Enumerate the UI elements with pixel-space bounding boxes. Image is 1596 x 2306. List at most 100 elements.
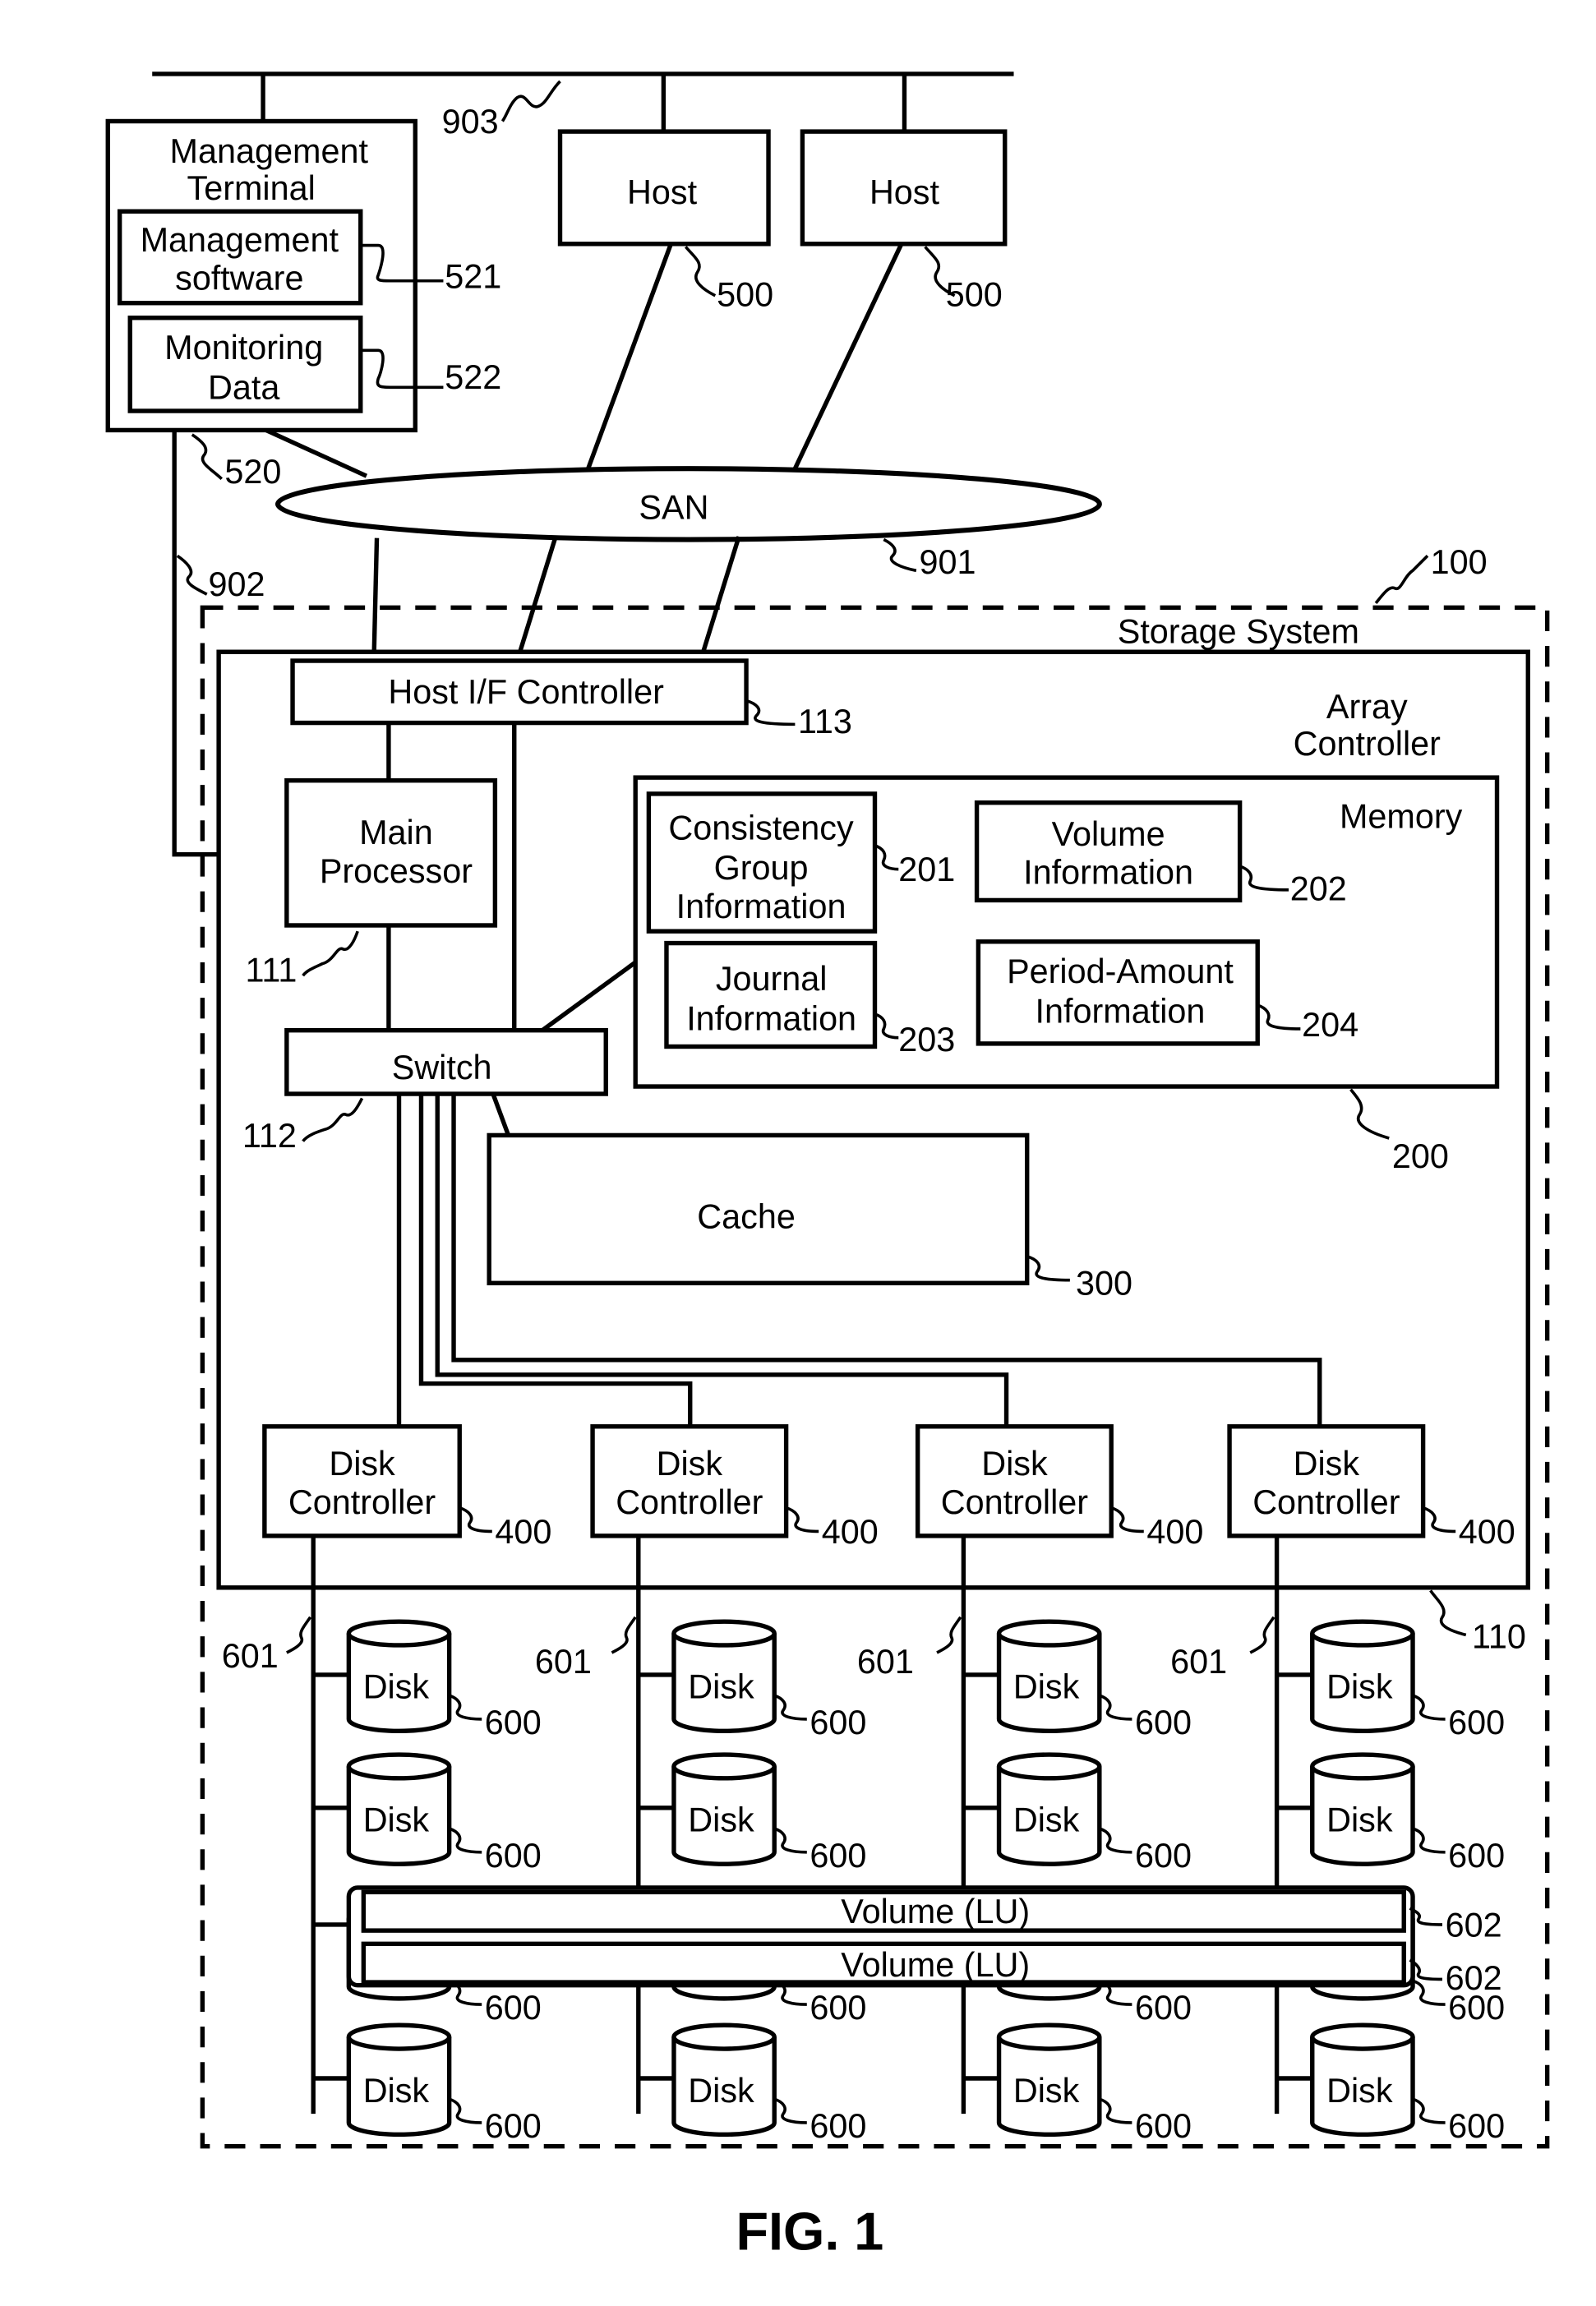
storage-system-diagram: 903 Management Terminal Management softw… [105, 71, 1550, 2262]
disk-cylinder-top [346, 1619, 452, 1648]
volume-info-line1: Volume [1052, 815, 1165, 853]
disk-controller-ref: 400 [495, 1513, 551, 1551]
disk-leader [1099, 1827, 1132, 1854]
journal-line2: Information [686, 1000, 856, 1038]
disk-label: Disk [688, 1801, 754, 1839]
management-terminal-ref: 520 [224, 453, 281, 491]
disk-bus-leader [936, 1616, 962, 1654]
array-controller-ref: 110 [1472, 1618, 1526, 1656]
consistency-line2: Group [714, 849, 809, 887]
san-leader [883, 537, 917, 573]
disk-controller-ref: 400 [1146, 1513, 1203, 1551]
host-if-ref: 113 [798, 703, 852, 740]
disk-leader [1099, 1694, 1132, 1721]
disk-label: Disk [1326, 1668, 1393, 1706]
host-2-ref: 500 [946, 275, 1003, 313]
switch-label: Switch [392, 1049, 492, 1086]
lan-leader [500, 80, 561, 122]
disk-array: 601 Disk 600 Disk 600 600 Disk 600 601 Disk 600 Dis… [222, 1535, 1505, 2145]
disk-controller-ref: 400 [822, 1513, 879, 1551]
disk-label: Disk [1326, 2072, 1393, 2110]
volume-info-ref: 202 [1290, 869, 1347, 907]
disk-ref: 600 [1135, 1704, 1192, 1741]
disk: Disk 600 [638, 2022, 866, 2145]
disk-ref: 600 [1135, 2107, 1192, 2145]
disk-cylinder-top [671, 1619, 777, 1648]
san-label: SAN [639, 488, 708, 526]
disk: Disk 600 [963, 1619, 1192, 1741]
disk-label: Disk [688, 1668, 754, 1706]
disk-leader [1412, 1979, 1446, 2006]
volume-2-label: Volume (LU) [841, 1946, 1030, 1984]
disk-bus-leader [1249, 1616, 1275, 1654]
disk: Disk 600 [313, 1752, 542, 1875]
host-2: Host 500 [800, 129, 1008, 313]
disk-ref: 600 [810, 1837, 866, 1875]
host-if-label: Host I/F Controller [388, 673, 664, 711]
disk-bus-ref: 601 [1170, 1643, 1227, 1681]
disk-ref: 600 [1135, 1989, 1192, 2027]
disk: Disk 600 [313, 1619, 542, 1741]
disk-column-4: 601Disk600Disk600600Disk600 [1170, 1535, 1505, 2145]
consistency-line1: Consistency [668, 809, 854, 847]
disk-ref: 600 [485, 1837, 542, 1875]
disk-column-2: 601 Disk 600 Disk 600 600 Disk 600 [535, 1535, 866, 2145]
disk-column-3: 601 Disk 600 Disk 600 600 Disk 600 [857, 1535, 1192, 2145]
array-controller-leader [1429, 1589, 1467, 1637]
period-amount-line1: Period-Amount [1007, 952, 1234, 990]
volume-info-line2: Information [1023, 854, 1193, 892]
san-hostif-link-1 [371, 537, 380, 662]
disk-label: Disk [363, 1801, 430, 1839]
disk-ref: 600 [810, 1704, 866, 1741]
lan-ref: 903 [442, 103, 499, 141]
disk-cylinder-top [1310, 1752, 1415, 1781]
disk-controller-line1: Disk [657, 1445, 723, 1483]
disk: Disk 600 [1276, 1619, 1505, 1741]
disk-leader [449, 1827, 482, 1854]
disk-bus-ref: 601 [222, 1637, 279, 1675]
mgmt-link-ref: 902 [209, 565, 265, 603]
monitoring-data-line2: Data [208, 369, 279, 407]
disk: Disk 600 [638, 1619, 866, 1741]
disk-leader [1412, 1694, 1446, 1721]
management-terminal-title-2: Terminal [187, 169, 316, 207]
journal-ref: 203 [898, 1021, 955, 1058]
terminal-leader [191, 433, 223, 481]
disk-cylinder-top [671, 2022, 777, 2051]
main-processor-ref: 111 [245, 951, 297, 989]
cache-label: Cache [697, 1198, 796, 1236]
disk-column-1: 601 Disk 600 Disk 600 600 Disk 600 [222, 1535, 542, 2145]
disk-controller-line2: Controller [1252, 1483, 1400, 1521]
journal-line1: Journal [716, 960, 828, 998]
host-2-label: Host [869, 173, 940, 211]
monitoring-data-line1: Monitoring [164, 329, 323, 367]
storage-system-leader [1374, 555, 1429, 605]
volumes: Volume (LU) 602 Volume (LU) 602 [346, 1885, 1502, 1997]
disk-label: Disk [1013, 2072, 1080, 2110]
host-1: Host 500 [557, 129, 773, 313]
memory-ref: 200 [1392, 1137, 1449, 1175]
consistency-line3: Information [676, 888, 846, 925]
disk-ref: 600 [1448, 1704, 1505, 1741]
disk: Disk 600 [313, 2022, 542, 2145]
disk-label: Disk [363, 2072, 430, 2110]
monitoring-data-ref: 522 [445, 358, 501, 396]
volume-2-ref: 602 [1446, 1959, 1502, 1997]
disk-leader [1412, 2097, 1446, 2124]
disk-leader [1099, 2097, 1132, 2124]
disk-ref: 600 [485, 1704, 542, 1741]
disk-controller-ref: 400 [1459, 1513, 1515, 1551]
san-hostif-link-2 [514, 536, 558, 662]
disk-cylinder-top [346, 1752, 452, 1781]
disk-leader [449, 2097, 482, 2124]
disk-ref: 600 [485, 2107, 542, 2145]
host-1-leader [684, 246, 717, 297]
disk-bus-leader [611, 1616, 637, 1654]
mgmt-link-leader [176, 554, 208, 596]
disk-cylinder-top [1310, 1619, 1415, 1648]
disk-cylinder-top [1310, 2022, 1415, 2051]
management-terminal-title-1: Management [170, 132, 369, 170]
disk-label: Disk [1326, 1801, 1393, 1839]
disk: Disk 600 [963, 1752, 1192, 1875]
disk-label: Disk [363, 1668, 430, 1706]
